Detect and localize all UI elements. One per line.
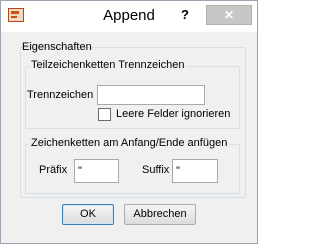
prefix-label: Präfix (39, 164, 68, 176)
help-button[interactable]: ? (178, 6, 192, 24)
prefix-input[interactable] (74, 159, 119, 183)
close-button[interactable]: ✕ (206, 5, 252, 25)
separator-group-label: Teilzeichenketten Trennzeichen (29, 59, 187, 71)
separator-label: Trennzeichen (27, 89, 94, 101)
separator-input[interactable] (97, 85, 205, 105)
properties-group-label: Eigenschaften (22, 41, 92, 53)
cancel-button[interactable]: Abbrechen (124, 204, 196, 225)
close-icon: ✕ (223, 8, 235, 22)
ignore-empty-label: Leere Felder ignorieren (116, 108, 231, 120)
ok-button[interactable]: OK (62, 204, 114, 225)
affix-group-label: Zeichenketten am Anfang/Ende anfügen (29, 137, 230, 149)
suffix-input[interactable] (172, 159, 218, 183)
ignore-empty-checkbox[interactable] (98, 108, 111, 121)
suffix-label: Suffix (142, 164, 170, 176)
append-dialog: Append ? ✕ Eigenschaften Teilzeichenkett… (0, 0, 258, 244)
title-bar: Append ? ✕ (1, 1, 257, 32)
